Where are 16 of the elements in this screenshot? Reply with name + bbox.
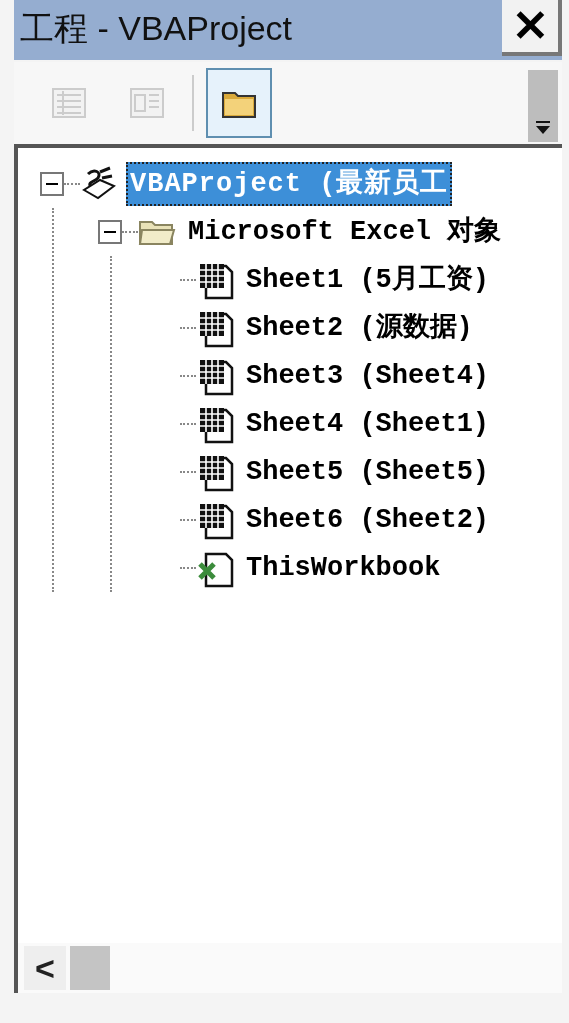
scrollbar-thumb[interactable]	[70, 946, 110, 990]
close-button[interactable]: ✕	[502, 0, 562, 56]
tree-item[interactable]: Sheet2 (源数据)	[242, 306, 477, 350]
toolbar-button[interactable]	[206, 68, 272, 138]
tree-item[interactable]: Sheet4 (Sheet1)	[242, 402, 494, 446]
collapse-toggle[interactable]	[98, 220, 122, 244]
window-title: 工程 - VBAProject	[19, 8, 294, 49]
tree-item[interactable]: Sheet5 (Sheet5)	[242, 450, 494, 494]
scroll-left-button[interactable]: <	[24, 946, 66, 990]
tree-item[interactable]: ThisWorkbook	[242, 546, 445, 590]
collapse-toggle[interactable]	[40, 172, 64, 196]
tree-item[interactable]: Sheet3 (Sheet4)	[242, 354, 494, 398]
tree-item[interactable]: Microsoft Excel 对象	[184, 210, 506, 254]
tree-item[interactable]: Sheet6 (Sheet2)	[242, 498, 494, 542]
toolbar-scroll-icon[interactable]	[528, 70, 558, 142]
tree-item[interactable]: Sheet1 (5月工资)	[242, 258, 494, 302]
